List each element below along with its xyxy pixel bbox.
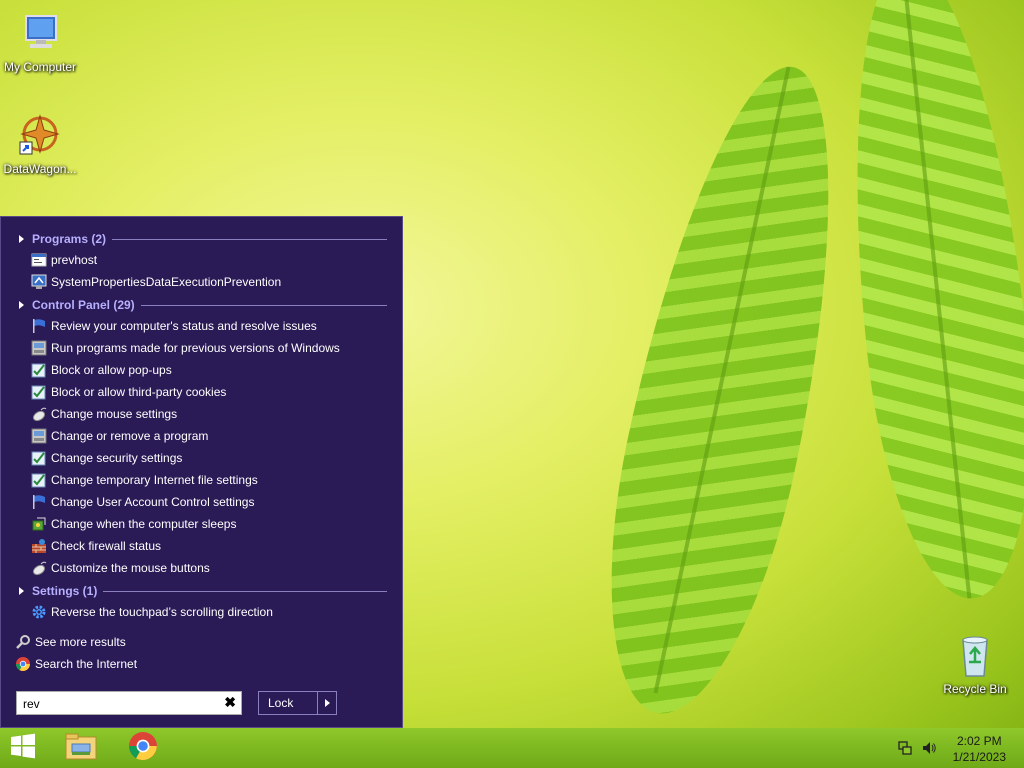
internet-options-icon [31,362,47,378]
flag-icon [31,494,47,510]
power-icon [31,516,47,532]
volume-tray-icon[interactable] [918,728,940,768]
result-item-temp-files[interactable]: Change temporary Internet file settings [31,470,258,490]
desktop-icon-my-computer[interactable]: My Computer [0,10,80,74]
result-item-popups[interactable]: Block or allow pop-ups [31,360,172,380]
windows-start-icon [10,733,36,764]
internet-options-icon [31,472,47,488]
magnifier-icon [15,634,31,650]
flag-icon [31,318,47,334]
expand-arrow-icon [19,587,24,595]
firewall-icon [31,538,47,554]
result-item-uac-settings[interactable]: Change User Account Control settings [31,492,254,512]
result-item-security-settings[interactable]: Change security settings [31,448,182,468]
start-menu: Programs (2) prevhost SystemPropertiesDa… [0,216,403,728]
group-header-programs[interactable]: Programs (2) [19,230,387,248]
mouse-icon [31,560,47,576]
search-input[interactable] [21,695,215,713]
result-item-firewall[interactable]: Check firewall status [31,536,161,556]
taskbar-clock[interactable]: 2:02 PM 1/21/2023 [953,733,1006,765]
taskbar: 2:02 PM 1/21/2023 [0,728,1024,768]
compatibility-icon [31,340,47,356]
group-header-control-panel[interactable]: Control Panel (29) [19,296,387,314]
result-item-remove-program[interactable]: Change or remove a program [31,426,208,446]
programs-icon [31,428,47,444]
result-item-mouse-settings[interactable]: Change mouse settings [31,404,177,424]
chrome-icon [15,656,31,672]
see-more-results-link[interactable]: See more results [15,632,126,652]
window-app-icon [31,252,47,268]
gear-icon [31,604,47,620]
lock-button[interactable]: Lock [259,692,317,714]
start-button[interactable] [0,728,46,768]
chrome-icon [127,730,159,767]
desktop-icon-recycle-bin[interactable]: Recycle Bin [935,632,1015,696]
clear-search-icon[interactable]: ✖ [224,694,236,711]
system-properties-icon [31,274,47,290]
result-item-review-status[interactable]: Review your computer's status and resolv… [31,316,317,336]
power-options-arrow-button[interactable] [318,692,336,714]
result-item-prevhost[interactable]: prevhost [31,250,97,270]
file-explorer-icon [64,731,98,766]
expand-arrow-icon [19,235,24,243]
result-item-cookies[interactable]: Block or allow third-party cookies [31,382,226,402]
datawagon-shortcut-icon [16,112,64,160]
desktop-icon-datawagon[interactable]: DataWagon... [0,112,80,176]
internet-options-icon [31,450,47,466]
group-header-settings[interactable]: Settings (1) [19,582,387,600]
chevron-right-icon [324,699,330,707]
mouse-icon [31,406,47,422]
lock-button-group: Lock [258,691,337,715]
wallpaper-leaf-left [573,49,877,731]
result-item-systemproperties-dep[interactable]: SystemPropertiesDataExecutionPrevention [31,272,281,292]
result-item-run-older-programs[interactable]: Run programs made for previous versions … [31,338,340,358]
recycle-bin-icon [951,632,999,680]
taskbar-chrome[interactable] [122,728,164,768]
result-item-touchpad-scrolling[interactable]: Reverse the touchpad’s scrolling directi… [31,602,273,622]
result-item-mouse-buttons[interactable]: Customize the mouse buttons [31,558,210,578]
internet-options-icon [31,384,47,400]
result-item-sleep[interactable]: Change when the computer sleeps [31,514,236,534]
network-tray-icon[interactable] [894,728,916,768]
wallpaper-leaf-right [826,0,1024,607]
clock-date: 1/21/2023 [952,750,1006,764]
clock-time: 2:02 PM [956,734,1002,748]
start-search-box[interactable]: ✖ [16,691,242,715]
computer-icon [16,10,64,58]
taskbar-file-explorer[interactable] [60,728,102,768]
search-internet-link[interactable]: Search the Internet [15,654,137,674]
expand-arrow-icon [19,301,24,309]
